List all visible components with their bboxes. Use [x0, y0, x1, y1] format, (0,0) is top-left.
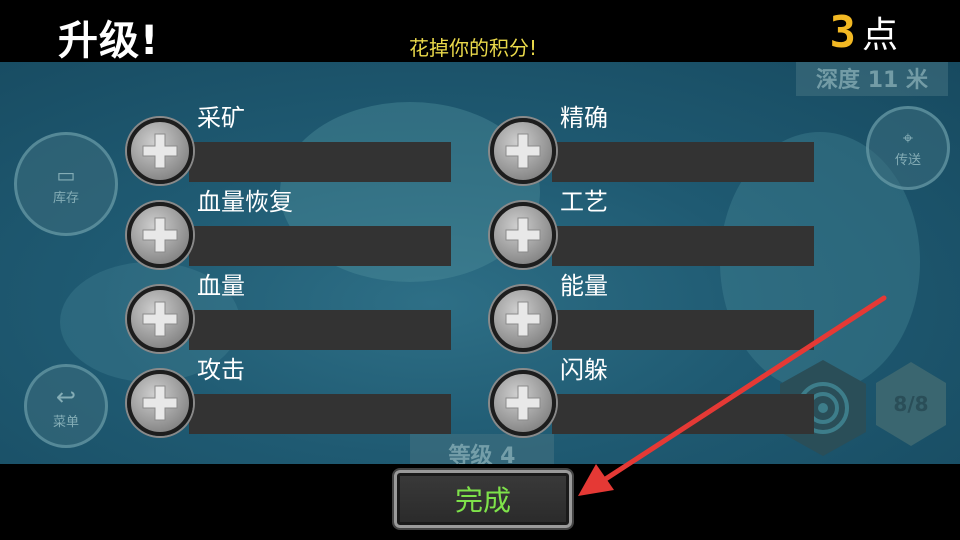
- level-indicator: 等级 4: [410, 434, 554, 464]
- plus-icon: [505, 301, 541, 337]
- upgrade-label: 血量: [197, 272, 245, 300]
- chest-icon: ▭: [56, 162, 76, 187]
- depth-indicator: 深度 11 米: [796, 62, 948, 96]
- upgrade-progress-bar: [189, 142, 451, 182]
- inventory-label: 库存: [52, 190, 79, 206]
- ammo-text: 8/8: [893, 392, 929, 416]
- upgrade-progress-bar: [552, 310, 814, 350]
- teleport-label: 传送: [894, 153, 921, 168]
- back-arrow-icon: ↩: [55, 382, 77, 411]
- subtitle: 花掉你的积分!: [408, 36, 538, 60]
- header-bar: 升级! 花掉你的积分! 3 点: [0, 0, 960, 64]
- upgrade-label: 攻击: [197, 356, 245, 384]
- plus-icon: [505, 133, 541, 169]
- add-dodge-button[interactable]: [490, 370, 556, 436]
- upgrade-progress-bar: [189, 226, 451, 266]
- add-craft-button[interactable]: [490, 202, 556, 268]
- upgrade-row-health-regen: 血量恢复: [127, 182, 457, 268]
- upgrade-label: 血量恢复: [197, 188, 293, 216]
- upgrade-row-attack: 攻击: [127, 350, 457, 436]
- menu-label: 菜单: [52, 414, 79, 430]
- teleport-button: ⌖ 传送: [866, 106, 950, 190]
- add-mining-button[interactable]: [127, 118, 193, 184]
- upgrade-row-mining: 采矿: [127, 98, 457, 184]
- upgrade-progress-bar: [552, 394, 814, 434]
- add-health-button[interactable]: [127, 286, 193, 352]
- upgrade-row-energy: 能量: [490, 266, 820, 352]
- inventory-button: ▭ 库存: [14, 132, 118, 236]
- ammo-indicator: 8/8: [876, 362, 946, 446]
- add-energy-button[interactable]: [490, 286, 556, 352]
- upgrade-progress-bar: [189, 310, 451, 350]
- plus-icon: [142, 217, 178, 253]
- plus-icon: [142, 301, 178, 337]
- level-text: 等级 4: [448, 444, 516, 464]
- plus-icon: [505, 385, 541, 421]
- add-attack-button[interactable]: [127, 370, 193, 436]
- plus-icon: [142, 385, 178, 421]
- add-precision-button[interactable]: [490, 118, 556, 184]
- upgrade-label: 工艺: [560, 188, 608, 216]
- plus-icon: [142, 133, 178, 169]
- depth-text: 深度 11 米: [816, 68, 928, 93]
- upgrade-progress-bar: [552, 142, 814, 182]
- upgrade-row-precision: 精确: [490, 98, 820, 184]
- points-value: 3: [829, 7, 856, 58]
- upgrade-row-dodge: 闪躲: [490, 350, 820, 436]
- add-health-regen-button[interactable]: [127, 202, 193, 268]
- plus-icon: [505, 217, 541, 253]
- upgrade-label: 精确: [560, 104, 608, 132]
- points-display: 3 点: [829, 6, 898, 58]
- upgrade-label: 能量: [560, 272, 608, 300]
- upgrade-row-health: 血量: [127, 266, 457, 352]
- upgrade-label: 闪躲: [560, 356, 608, 384]
- upgrade-progress-bar: [552, 226, 814, 266]
- upgrade-row-craft: 工艺: [490, 182, 820, 268]
- upgrade-progress-bar: [189, 394, 451, 434]
- location-pin-icon: ⌖: [902, 128, 914, 149]
- menu-button: ↩ 菜单: [24, 364, 108, 448]
- points-unit: 点: [861, 15, 898, 56]
- upgrade-label: 采矿: [197, 104, 245, 132]
- done-button[interactable]: 完成: [394, 470, 572, 528]
